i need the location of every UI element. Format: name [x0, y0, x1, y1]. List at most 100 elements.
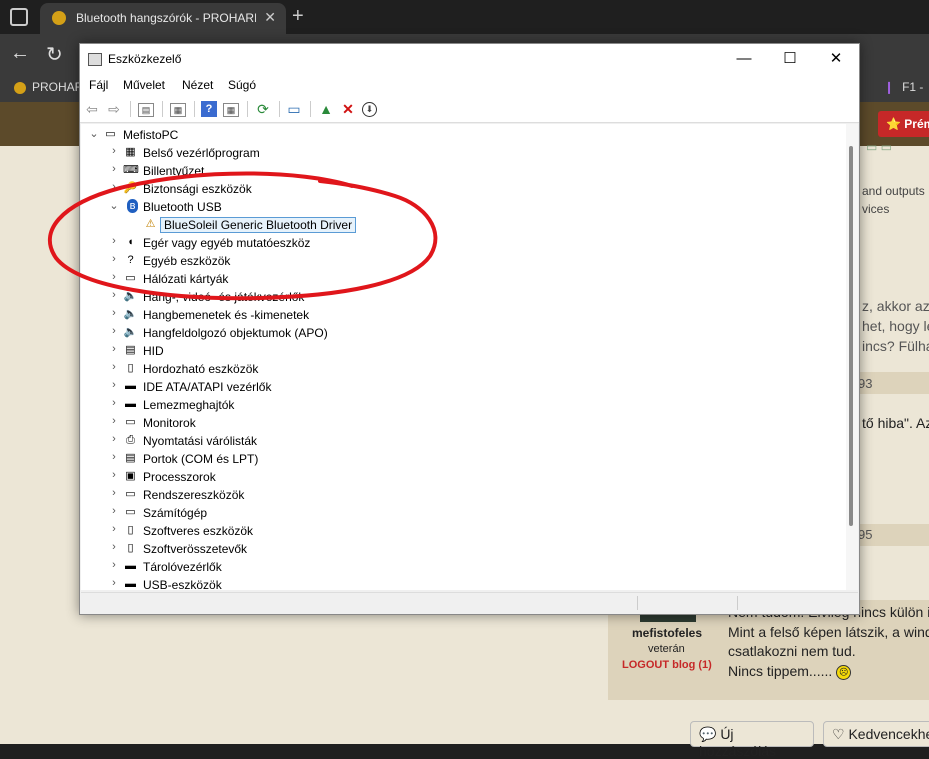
disable-icon[interactable]: ⬇: [362, 102, 377, 117]
new-reply-button[interactable]: 💬 Új hozzászólás: [690, 721, 814, 759]
chevron-right-icon[interactable]: ›: [109, 307, 119, 319]
tree-item-label: Monitorok: [143, 416, 196, 430]
menu-view[interactable]: Nézet: [182, 78, 213, 92]
tree-item-label: Processzorok: [143, 470, 216, 484]
post-number: 93: [858, 376, 873, 391]
chevron-right-icon[interactable]: ›: [109, 487, 119, 499]
page-snippet: het, hogy les: [862, 318, 929, 334]
new-tab-button[interactable]: +: [292, 5, 304, 28]
chevron-down-icon[interactable]: ⌄: [109, 199, 119, 212]
chevron-right-icon[interactable]: ›: [109, 397, 119, 409]
chevron-right-icon[interactable]: ›: [109, 379, 119, 391]
chevron-down-icon[interactable]: ⌄: [89, 127, 99, 140]
toolbar: ⇦ ⇨ ▤ ▦ ? ▦ ⟳ ▭ ▲ ✕ ⬇: [80, 96, 859, 123]
tree-item-label: Hangfeldolgozó objektumok (APO): [143, 326, 328, 340]
ide-controller-icon: ▬: [125, 380, 136, 392]
tree-item-label: IDE ATA/ATAPI vezérlők: [143, 380, 272, 394]
uninstall-icon[interactable]: ✕: [340, 101, 356, 117]
tree-item-label: Hálózati kártyák: [143, 272, 229, 286]
chevron-right-icon[interactable]: ›: [109, 253, 119, 265]
tree-item-label: HID: [143, 344, 164, 358]
menu-action[interactable]: Művelet: [123, 78, 165, 92]
window-title: Eszközkezelő: [108, 52, 182, 66]
chevron-right-icon[interactable]: ›: [109, 433, 119, 445]
back-icon[interactable]: ⇦: [84, 101, 100, 117]
chevron-right-icon[interactable]: ›: [109, 361, 119, 373]
minimize-button[interactable]: —: [721, 44, 767, 74]
computer-icon: ▭: [125, 506, 136, 518]
tree-item-label: Belső vezérlőprogram: [143, 146, 260, 160]
browser-tab[interactable]: Bluetooth hangszórók - PROHARDVER! ✕: [40, 3, 286, 34]
window-titlebar[interactable]: Eszközkezelő — ☐ ✕: [80, 44, 859, 74]
tab-actions-icon[interactable]: [10, 8, 28, 26]
chevron-right-icon[interactable]: ›: [109, 469, 119, 481]
post-number: 95: [858, 527, 873, 542]
chevron-right-icon[interactable]: ›: [109, 343, 119, 355]
monitor-icon[interactable]: ▭: [286, 101, 302, 117]
chevron-right-icon[interactable]: ›: [109, 163, 119, 175]
tree-item-label: Biztonsági eszközök: [143, 182, 252, 196]
mouse-icon: ◖: [127, 236, 134, 248]
tree-item-label: Lemezmeghajtók: [143, 398, 235, 412]
bookmark-f1-icon: ❙: [884, 80, 895, 94]
speaker-icon: 🔈: [123, 308, 138, 320]
forward-icon[interactable]: ⇨: [106, 101, 122, 117]
chevron-right-icon[interactable]: ›: [109, 145, 119, 157]
tab-title: Bluetooth hangszórók - PROHARDVER!: [76, 11, 256, 25]
logout-blog-link[interactable]: LOGOUT blog (1): [622, 659, 712, 671]
update-driver-icon[interactable]: ▲: [318, 101, 334, 117]
tree-item-label: Szoftverösszetevők: [143, 542, 248, 556]
view-icon[interactable]: ▦: [170, 103, 186, 117]
chevron-right-icon[interactable]: ›: [109, 415, 119, 427]
bookmark-f1[interactable]: ❙ F1 -: [884, 80, 923, 94]
chevron-right-icon[interactable]: ›: [109, 451, 119, 463]
bookmark-prohardver[interactable]: PROHAR: [14, 80, 83, 94]
chevron-right-icon[interactable]: ›: [109, 181, 119, 193]
menu-file[interactable]: Fájl: [89, 78, 108, 92]
post-username[interactable]: mefistofeles: [632, 626, 702, 640]
disk-drive-icon: ▬: [125, 398, 136, 410]
reload-button[interactable]: ↻: [46, 42, 63, 67]
back-button[interactable]: ←: [10, 42, 30, 65]
scrollbar-thumb[interactable]: [849, 146, 853, 526]
tree-item-label: Portok (COM és LPT): [143, 452, 259, 466]
help-icon[interactable]: ?: [201, 101, 217, 117]
tree-item-label: Egyéb eszközök: [143, 254, 231, 268]
post-line: Nincs tippem...... ☹: [728, 663, 852, 680]
unknown-device-icon: ?: [127, 254, 134, 266]
portable-device-icon: ▯: [127, 362, 134, 374]
properties-icon[interactable]: ▤: [138, 103, 154, 117]
status-bar: [81, 592, 858, 613]
status-separator: [637, 596, 638, 610]
chevron-right-icon[interactable]: ›: [109, 235, 119, 247]
chevron-right-icon[interactable]: ›: [109, 523, 119, 535]
system-devices-icon: ▭: [125, 488, 136, 500]
hid-icon: ▤: [125, 344, 136, 356]
tree-item-label: Billentyűzet: [143, 164, 205, 178]
chevron-right-icon[interactable]: ›: [109, 505, 119, 517]
tree-item-label: Számítógép: [143, 506, 208, 520]
device-tree: ⌄ ▭ MefistoPC › ▦ Belső vezérlőprogram › ⌨ Bille…: [81, 124, 846, 590]
tab-close-icon[interactable]: ✕: [264, 9, 276, 26]
tree-item-label: Szoftveres eszközök: [143, 524, 254, 538]
printer-icon: ⎙: [126, 434, 135, 446]
chevron-right-icon[interactable]: ›: [109, 577, 119, 589]
chevron-right-icon[interactable]: ›: [109, 271, 119, 283]
sad-smiley-icon: ☹: [836, 664, 852, 680]
add-favorite-button[interactable]: ♡ Kedvencekhe: [823, 721, 929, 747]
chevron-right-icon[interactable]: ›: [109, 559, 119, 571]
menu-help[interactable]: Súgó: [228, 78, 256, 92]
premium-button[interactable]: ⭐ Prém: [878, 111, 929, 137]
close-button[interactable]: ✕: [813, 44, 859, 74]
network-adapter-icon: ▭: [125, 272, 136, 284]
tree-item-label: Hang-, videó- és játékvezérlők: [143, 290, 305, 304]
chevron-right-icon[interactable]: ›: [109, 325, 119, 337]
maximize-button[interactable]: ☐: [767, 44, 813, 74]
chevron-right-icon[interactable]: ›: [109, 541, 119, 553]
scan-icon[interactable]: ⟳: [255, 101, 271, 117]
side-icons: ▭ ▭: [866, 140, 893, 154]
chevron-right-icon[interactable]: ›: [109, 289, 119, 301]
toolbar-separator: [279, 101, 280, 117]
view-icon-2[interactable]: ▦: [223, 103, 239, 117]
firmware-icon: ▦: [125, 146, 136, 158]
